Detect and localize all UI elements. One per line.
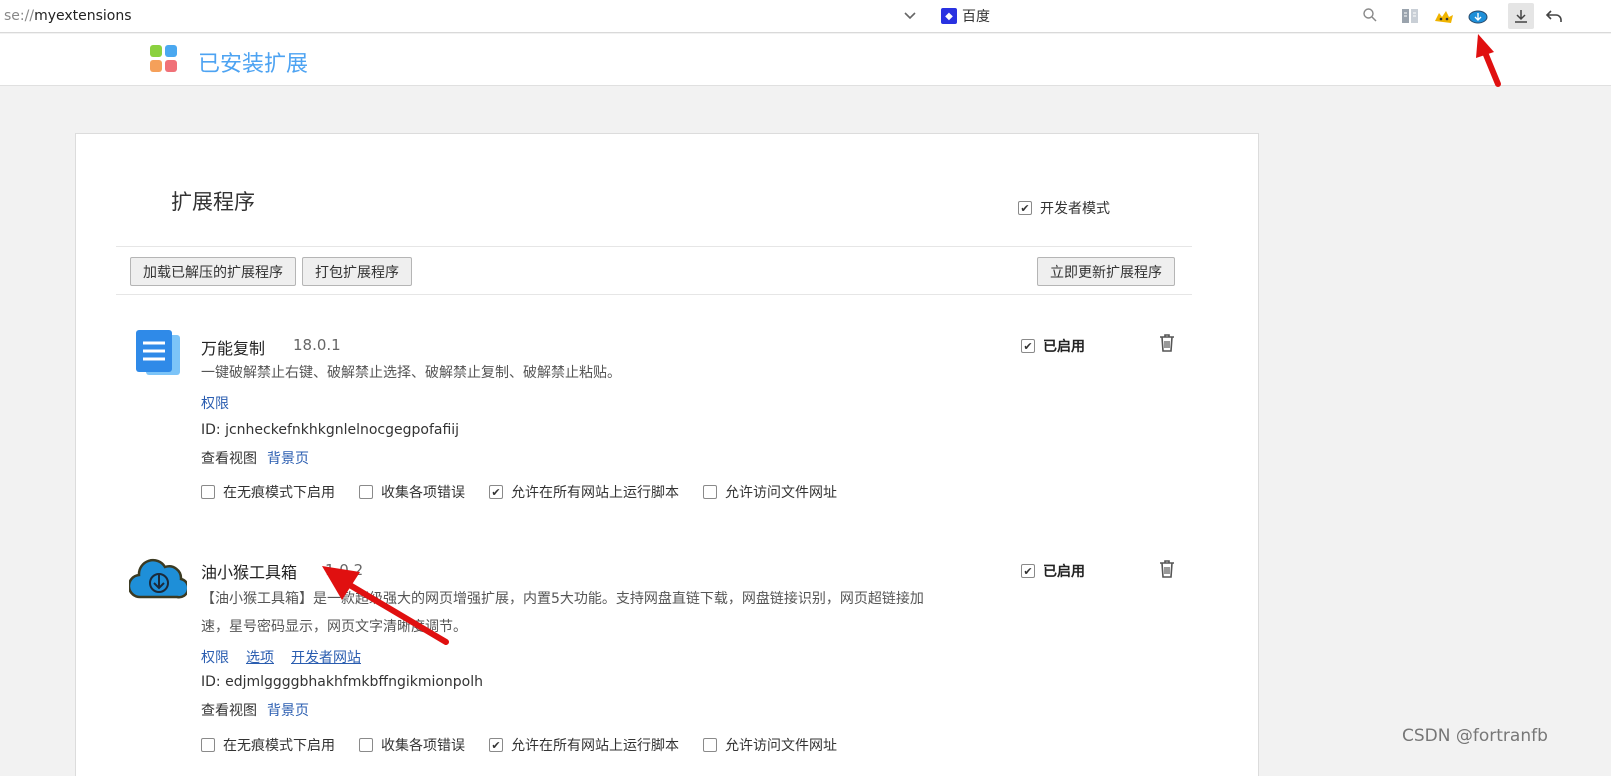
file-url-access-option[interactable]: 允许访问文件网址 [703, 735, 837, 755]
checkbox-icon[interactable] [359, 485, 373, 499]
search-engine-name: 百度 [962, 9, 990, 25]
checkbox-icon[interactable] [201, 485, 215, 499]
watermark: CSDN @fortranfb [1402, 726, 1548, 746]
load-unpacked-button[interactable]: 加载已解压的扩展程序 [130, 257, 296, 286]
permissions-link[interactable]: 权限 [201, 647, 229, 667]
extensions-panel: 扩展程序 ✔ 开发者模式 加载已解压的扩展程序 打包扩展程序 立即更新扩展程序 … [75, 133, 1259, 776]
run-on-all-sites-option[interactable]: ✔ 允许在所有网站上运行脚本 [489, 735, 679, 755]
background-page-link[interactable]: 背景页 [267, 700, 309, 720]
divider [116, 294, 1192, 295]
extension-id: ID: edjmlggggbhakhfmkbffngikmionpolh [201, 674, 484, 690]
run-on-all-sites-option[interactable]: ✔ 允许在所有网站上运行脚本 [489, 482, 679, 502]
document-copy-icon [136, 330, 180, 375]
checkbox-checked-icon[interactable]: ✔ [1021, 339, 1035, 353]
divider [116, 246, 1192, 247]
checkbox-icon[interactable] [703, 738, 717, 752]
trash-icon[interactable] [1158, 333, 1176, 353]
extension-version: 18.0.1 [293, 336, 341, 354]
undo-icon[interactable] [1542, 5, 1566, 27]
extension-id: ID: jcnheckefnkhkgnlelnocgegpofafiij [201, 422, 460, 438]
extension-version: 1.0.2 [325, 561, 364, 579]
enabled-toggle[interactable]: ✔ 已启用 [1021, 561, 1085, 581]
extension-name: 油小猴工具箱 [201, 563, 298, 582]
checkbox-checked-icon[interactable]: ✔ [1018, 201, 1032, 215]
search-icon[interactable] [1362, 7, 1378, 23]
address-dropdown-button[interactable] [890, 0, 930, 32]
views-label: 查看视图 [201, 451, 257, 467]
baidu-paw-icon: ◆ [941, 8, 957, 24]
extension-description: 【油小猴工具箱】是一款超级强大的网页增强扩展，内置5大功能。支持网盘直链下载，网… [201, 591, 924, 635]
page-header: 已安装扩展 [0, 34, 1611, 86]
collect-errors-option[interactable]: 收集各项错误 [359, 735, 465, 755]
developer-mode-label: 开发者模式 [1040, 201, 1110, 217]
page-title: 已安装扩展 [198, 52, 309, 77]
checkbox-checked-icon[interactable]: ✔ [489, 485, 503, 499]
incognito-option[interactable]: 在无痕模式下启用 [201, 735, 335, 755]
incognito-option[interactable]: 在无痕模式下启用 [201, 482, 335, 502]
checkbox-icon[interactable] [359, 738, 373, 752]
address-bar[interactable]: se://myextensions [0, 0, 890, 32]
update-extensions-button[interactable]: 立即更新扩展程序 [1037, 257, 1175, 286]
views-label: 查看视图 [201, 703, 257, 719]
permissions-link[interactable]: 权限 [201, 393, 229, 413]
background-page-link[interactable]: 背景页 [267, 448, 309, 468]
developer-site-link[interactable]: 开发者网站 [291, 647, 361, 667]
developer-mode-toggle[interactable]: ✔ 开发者模式 [1018, 198, 1110, 218]
chevron-down-icon [904, 12, 916, 20]
checkbox-icon[interactable] [703, 485, 717, 499]
browser-toolbar: se://myextensions ◆ 百度 [0, 0, 1611, 33]
extension-description: 一键破解禁止右键、破解禁止选择、破解禁止复制、破解禁止粘贴。 [201, 365, 621, 381]
trash-icon[interactable] [1158, 559, 1176, 579]
search-box[interactable]: ◆ 百度 [933, 0, 1388, 32]
tampermonkey-icon[interactable] [1432, 5, 1456, 27]
options-link[interactable]: 选项 [246, 647, 274, 667]
download-icon[interactable] [1508, 3, 1534, 29]
reader-icon[interactable] [1398, 5, 1422, 27]
file-url-access-option[interactable]: 允许访问文件网址 [703, 482, 837, 502]
checkbox-checked-icon[interactable]: ✔ [489, 738, 503, 752]
checkbox-icon[interactable] [201, 738, 215, 752]
checkbox-checked-icon[interactable]: ✔ [1021, 564, 1035, 578]
section-title: 扩展程序 [171, 190, 255, 214]
url-scheme: se:// [4, 8, 35, 24]
cloud-download-icon [129, 558, 187, 599]
extensions-logo-icon [150, 45, 178, 73]
enabled-toggle[interactable]: ✔ 已启用 [1021, 336, 1085, 356]
extension-name: 万能复制 [201, 339, 266, 358]
cloud-extension-icon[interactable] [1466, 5, 1490, 27]
collect-errors-option[interactable]: 收集各项错误 [359, 482, 465, 502]
url-path: myextensions [34, 8, 132, 24]
pack-extension-button[interactable]: 打包扩展程序 [302, 257, 412, 286]
